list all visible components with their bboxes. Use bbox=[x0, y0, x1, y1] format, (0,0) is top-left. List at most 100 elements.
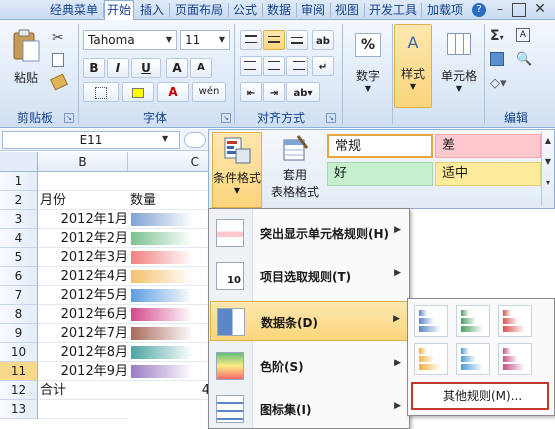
menu-item-highlight-rules[interactable]: 突出显示单元格规则(H) ▶ bbox=[210, 213, 409, 253]
cell-month[interactable]: 2012年1月 bbox=[38, 210, 128, 229]
chevron-up-icon[interactable]: ▲ bbox=[542, 136, 554, 145]
chevron-down-icon[interactable]: ▼ bbox=[542, 157, 554, 166]
cell-month[interactable]: 2012年9月 bbox=[38, 362, 128, 381]
tab-classic-menu[interactable]: 经典菜单 bbox=[46, 1, 102, 20]
tab-data[interactable]: 数据 bbox=[264, 1, 294, 20]
cell-data-bar[interactable] bbox=[128, 305, 210, 324]
orientation-button[interactable]: ab bbox=[312, 30, 334, 50]
row-header[interactable]: 4 bbox=[0, 229, 38, 248]
more-rules-button[interactable]: 其他规则(M)... bbox=[411, 382, 549, 410]
menu-item-icon-sets[interactable]: 图标集(I) ▶ bbox=[210, 389, 409, 429]
cell-month[interactable]: 2012年7月 bbox=[38, 324, 128, 343]
italic-button[interactable]: I bbox=[107, 58, 129, 78]
format-as-table-button[interactable]: 套用 表格格式 bbox=[265, 132, 325, 208]
find-icon[interactable]: 🔍 bbox=[516, 52, 532, 67]
font-launcher-icon[interactable]: ↘ bbox=[221, 113, 231, 123]
cell[interactable] bbox=[38, 172, 128, 191]
cell-month[interactable]: 2012年2月 bbox=[38, 229, 128, 248]
restore-icon[interactable] bbox=[512, 3, 526, 17]
cell-style-swatch[interactable]: 适中 bbox=[435, 162, 541, 186]
data-bar-option[interactable] bbox=[498, 305, 532, 337]
column-header-b[interactable]: B bbox=[38, 152, 128, 172]
cell-data-bar[interactable] bbox=[128, 324, 210, 343]
row-header[interactable]: 12 bbox=[0, 381, 38, 400]
column-header-c[interactable]: C bbox=[128, 152, 210, 172]
tab-review[interactable]: 审阅 bbox=[298, 1, 328, 20]
copy-icon[interactable] bbox=[52, 53, 64, 67]
cell-style-swatch[interactable]: 差 bbox=[435, 134, 541, 158]
fill-down-icon[interactable] bbox=[490, 52, 504, 66]
align-top-button[interactable] bbox=[240, 30, 262, 50]
decrease-indent-button[interactable]: ⇤ bbox=[240, 82, 262, 102]
cell-data-bar[interactable] bbox=[128, 362, 210, 381]
number-button[interactable]: % 数字 ▼ bbox=[346, 26, 390, 106]
row-header[interactable]: 1 bbox=[0, 172, 38, 191]
cell-total-label[interactable]: 合计 bbox=[40, 381, 128, 400]
tab-page-layout[interactable]: 页面布局 bbox=[171, 1, 227, 20]
format-painter-icon[interactable] bbox=[50, 73, 68, 91]
menu-item-color-scales[interactable]: 色阶(S) ▶ bbox=[210, 346, 409, 386]
row-header[interactable]: 7 bbox=[0, 286, 38, 305]
orientation-text-button[interactable]: ab▾ bbox=[286, 82, 320, 102]
cell-month[interactable]: 2012年6月 bbox=[38, 305, 128, 324]
chevron-down-icon[interactable]: ▼ bbox=[162, 134, 168, 143]
cell-data-bar[interactable] bbox=[128, 267, 210, 286]
gallery-scroll[interactable]: ▲ ▼ ▾ bbox=[541, 132, 554, 206]
align-left-button[interactable] bbox=[240, 56, 262, 76]
cell-data-bar[interactable] bbox=[128, 229, 210, 248]
align-middle-button[interactable] bbox=[263, 30, 285, 50]
cell-style-swatch[interactable]: 好 bbox=[327, 162, 433, 186]
menu-item-top-bottom-rules[interactable]: 10 项目选取规则(T) ▶ bbox=[210, 256, 409, 296]
cell-month[interactable]: 2012年3月 bbox=[38, 248, 128, 267]
cell-header-month[interactable]: 月份 bbox=[40, 191, 128, 210]
row-header[interactable]: 13 bbox=[0, 400, 38, 419]
bold-button[interactable]: B bbox=[83, 58, 105, 78]
paste-button[interactable]: 粘贴 bbox=[6, 26, 46, 96]
data-bar-option[interactable] bbox=[414, 343, 448, 375]
sort-filter-icon[interactable]: A bbox=[516, 28, 530, 42]
conditional-format-button[interactable]: 条件格式 ▼ bbox=[212, 132, 262, 208]
cell-data-bar[interactable] bbox=[128, 248, 210, 267]
cell-month[interactable]: 2012年5月 bbox=[38, 286, 128, 305]
tab-developer[interactable]: 开发工具 bbox=[366, 1, 420, 20]
grow-font-button[interactable]: A bbox=[166, 58, 188, 78]
row-header[interactable]: 6 bbox=[0, 267, 38, 286]
data-bar-option[interactable] bbox=[498, 343, 532, 375]
styles-button[interactable]: A 样式 ▼ bbox=[394, 24, 432, 108]
select-all-corner[interactable] bbox=[0, 152, 38, 172]
autosum-button[interactable]: Σ▾ bbox=[490, 28, 504, 44]
row-header[interactable]: 11 bbox=[0, 362, 38, 381]
borders-button[interactable] bbox=[83, 82, 119, 102]
tab-addins[interactable]: 加载项 bbox=[423, 1, 467, 20]
row-header[interactable]: 2 bbox=[0, 191, 38, 210]
cell-data-bar[interactable] bbox=[128, 286, 210, 305]
align-bottom-button[interactable] bbox=[286, 30, 308, 50]
cell[interactable] bbox=[128, 172, 210, 191]
data-bar-option[interactable] bbox=[456, 305, 490, 337]
alignment-launcher-icon[interactable]: ↘ bbox=[326, 113, 336, 123]
font-name-combo[interactable]: Tahoma ▼ bbox=[83, 30, 177, 50]
row-header[interactable]: 9 bbox=[0, 324, 38, 343]
wrap-text-button[interactable]: ↵ bbox=[312, 56, 334, 76]
cells-button[interactable]: 单元格 ▼ bbox=[436, 26, 482, 106]
help-icon[interactable]: ? bbox=[472, 3, 486, 17]
align-right-button[interactable] bbox=[286, 56, 308, 76]
data-bar-option[interactable] bbox=[456, 343, 490, 375]
data-bar-option[interactable] bbox=[414, 305, 448, 337]
row-header[interactable]: 10 bbox=[0, 343, 38, 362]
menu-item-data-bars[interactable]: 数据条(D) ▶ bbox=[210, 301, 409, 341]
shrink-font-button[interactable]: A bbox=[190, 58, 212, 78]
align-center-button[interactable] bbox=[263, 56, 285, 76]
row-header[interactable]: 3 bbox=[0, 210, 38, 229]
row-header[interactable]: 5 bbox=[0, 248, 38, 267]
font-color-button[interactable]: A bbox=[157, 82, 189, 102]
increase-indent-button[interactable]: ⇥ bbox=[263, 82, 285, 102]
cell-data-bar[interactable] bbox=[128, 343, 210, 362]
close-icon[interactable]: ✕ bbox=[532, 1, 548, 17]
tab-insert[interactable]: 插入 bbox=[137, 1, 167, 20]
cell-month[interactable]: 2012年8月 bbox=[38, 343, 128, 362]
cell-header-quantity[interactable]: 数量 bbox=[130, 191, 210, 210]
clipboard-launcher-icon[interactable]: ↘ bbox=[64, 113, 74, 123]
cell-style-swatch[interactable]: 常规 bbox=[327, 134, 433, 158]
formula-expand-icon[interactable] bbox=[184, 132, 206, 148]
